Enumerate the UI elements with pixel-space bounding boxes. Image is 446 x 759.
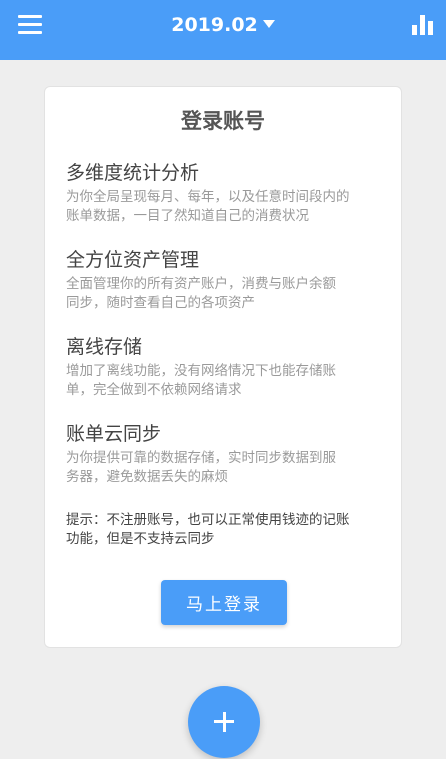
feature-desc-line: 全面管理你的所有资产账户，消费与账户余额 bbox=[66, 276, 336, 292]
feature-desc-line: 同步，随时查看自己的各项资产 bbox=[66, 295, 255, 311]
feature-description: 为你全局呈现每月、每年，以及任意时间段内的 账单数据，一目了然知道自己的消费状况 bbox=[66, 188, 391, 226]
hint-text: 提示：不注册账号，也可以正常使用钱迹的记账 功能，但是不支持云同步 bbox=[66, 511, 386, 549]
feature-title: 全方位资产管理 bbox=[66, 249, 200, 271]
feature-title: 离线存储 bbox=[66, 336, 143, 358]
feature-desc-line: 为你全局呈现每月、每年，以及任意时间段内的 bbox=[66, 189, 350, 205]
hint-line: 提示：不注册账号，也可以正常使用钱迹的记账 bbox=[66, 512, 350, 528]
feature-desc-line: 增加了离线功能，没有网络情况下也能存储账 bbox=[66, 363, 336, 379]
top-app-bar: 2019.02 bbox=[0, 0, 446, 60]
month-selector[interactable]: 2019.02 bbox=[0, 12, 446, 38]
login-button[interactable]: 马上登录 bbox=[161, 580, 287, 625]
caret-down-icon bbox=[262, 19, 275, 28]
feature-description: 增加了离线功能，没有网络情况下也能存储账 单，完全做到不依赖网络请求 bbox=[66, 362, 391, 400]
feature-title: 账单云同步 bbox=[66, 423, 162, 445]
plus-icon-stroke bbox=[222, 712, 226, 732]
feature-description: 全面管理你的所有资产账户，消费与账户余额 同步，随时查看自己的各项资产 bbox=[66, 275, 391, 313]
login-card: 登录账号 多维度统计分析 为你全局呈现每月、每年，以及任意时间段内的 账单数据，… bbox=[44, 86, 402, 648]
feature-offline: 离线存储 增加了离线功能，没有网络情况下也能存储账 单，完全做到不依赖网络请求 bbox=[66, 335, 391, 400]
feature-desc-line: 单，完全做到不依赖网络请求 bbox=[66, 382, 242, 398]
feature-description: 为你提供可靠的数据存储，实时同步数据到服 务器，避免数据丢失的麻烦 bbox=[66, 449, 391, 487]
feature-assets: 全方位资产管理 全面管理你的所有资产账户，消费与账户余额 同步，随时查看自己的各… bbox=[66, 248, 391, 313]
add-record-button[interactable] bbox=[188, 686, 260, 758]
card-title: 登录账号 bbox=[181, 109, 265, 133]
feature-title: 多维度统计分析 bbox=[66, 162, 200, 184]
hint-line: 功能，但是不支持云同步 bbox=[66, 531, 215, 547]
feature-desc-line: 账单数据，一目了然知道自己的消费状况 bbox=[66, 208, 309, 224]
feature-desc-line: 务器，避免数据丢失的麻烦 bbox=[66, 469, 228, 485]
bar-chart-icon[interactable] bbox=[412, 15, 434, 35]
feature-desc-line: 为你提供可靠的数据存储，实时同步数据到服 bbox=[66, 450, 336, 466]
feature-statistics: 多维度统计分析 为你全局呈现每月、每年，以及任意时间段内的 账单数据，一目了然知… bbox=[66, 161, 391, 226]
month-label: 2019.02 bbox=[171, 14, 258, 36]
feature-cloud-sync: 账单云同步 为你提供可靠的数据存储，实时同步数据到服 务器，避免数据丢失的麻烦 bbox=[66, 422, 391, 487]
